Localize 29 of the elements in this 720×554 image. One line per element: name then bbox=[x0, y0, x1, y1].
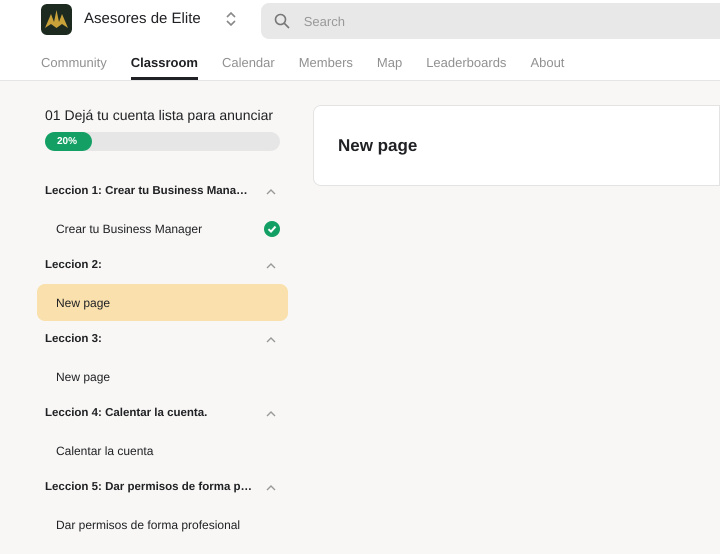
course-title: 01 Dejá tu cuenta lista para anunciar bbox=[44, 106, 274, 125]
search-icon bbox=[274, 13, 290, 29]
page-item[interactable]: Dar permisos de forma profesional bbox=[37, 506, 288, 543]
page-heading: New page bbox=[338, 134, 418, 157]
chevron-up-icon[interactable] bbox=[266, 188, 276, 194]
chevron-up-icon[interactable] bbox=[266, 262, 276, 268]
lesson-title[interactable]: Leccion 4: Calentar la cuenta. bbox=[45, 404, 208, 422]
chevron-up-icon[interactable] bbox=[266, 484, 276, 490]
page-title: Crear tu Business Manager bbox=[56, 220, 202, 238]
search-field[interactable]: Search bbox=[260, 3, 720, 39]
progress-label: 20% bbox=[57, 135, 78, 149]
chevron-up-icon[interactable] bbox=[266, 336, 276, 342]
lesson-title[interactable]: Leccion 3: bbox=[45, 330, 102, 348]
page-title: New page bbox=[56, 294, 110, 312]
group-name: Asesores de Elite bbox=[84, 8, 201, 29]
chevron-up-icon[interactable] bbox=[266, 410, 276, 416]
lesson-title[interactable]: Leccion 2: bbox=[45, 256, 102, 274]
page-item[interactable]: Crear tu Business Manager bbox=[37, 210, 288, 247]
switch-chevrons-icon[interactable] bbox=[224, 11, 237, 27]
nav-tab[interactable]: Classroom bbox=[130, 38, 198, 80]
page-title: Dar permisos de forma profesional bbox=[56, 516, 240, 534]
logo-icon bbox=[41, 4, 72, 34]
page-title: Calentar la cuenta bbox=[56, 442, 154, 460]
page-item[interactable]: New page bbox=[37, 358, 288, 395]
page-item[interactable]: New page bbox=[37, 284, 288, 321]
page-item[interactable]: Calentar la cuenta bbox=[37, 432, 288, 469]
lesson-title[interactable]: Leccion 5: Dar permisos de forma p… bbox=[45, 478, 252, 496]
lesson-title[interactable]: Leccion 1: Crear tu Business Mana… bbox=[45, 182, 248, 200]
page-title: New page bbox=[56, 368, 110, 386]
